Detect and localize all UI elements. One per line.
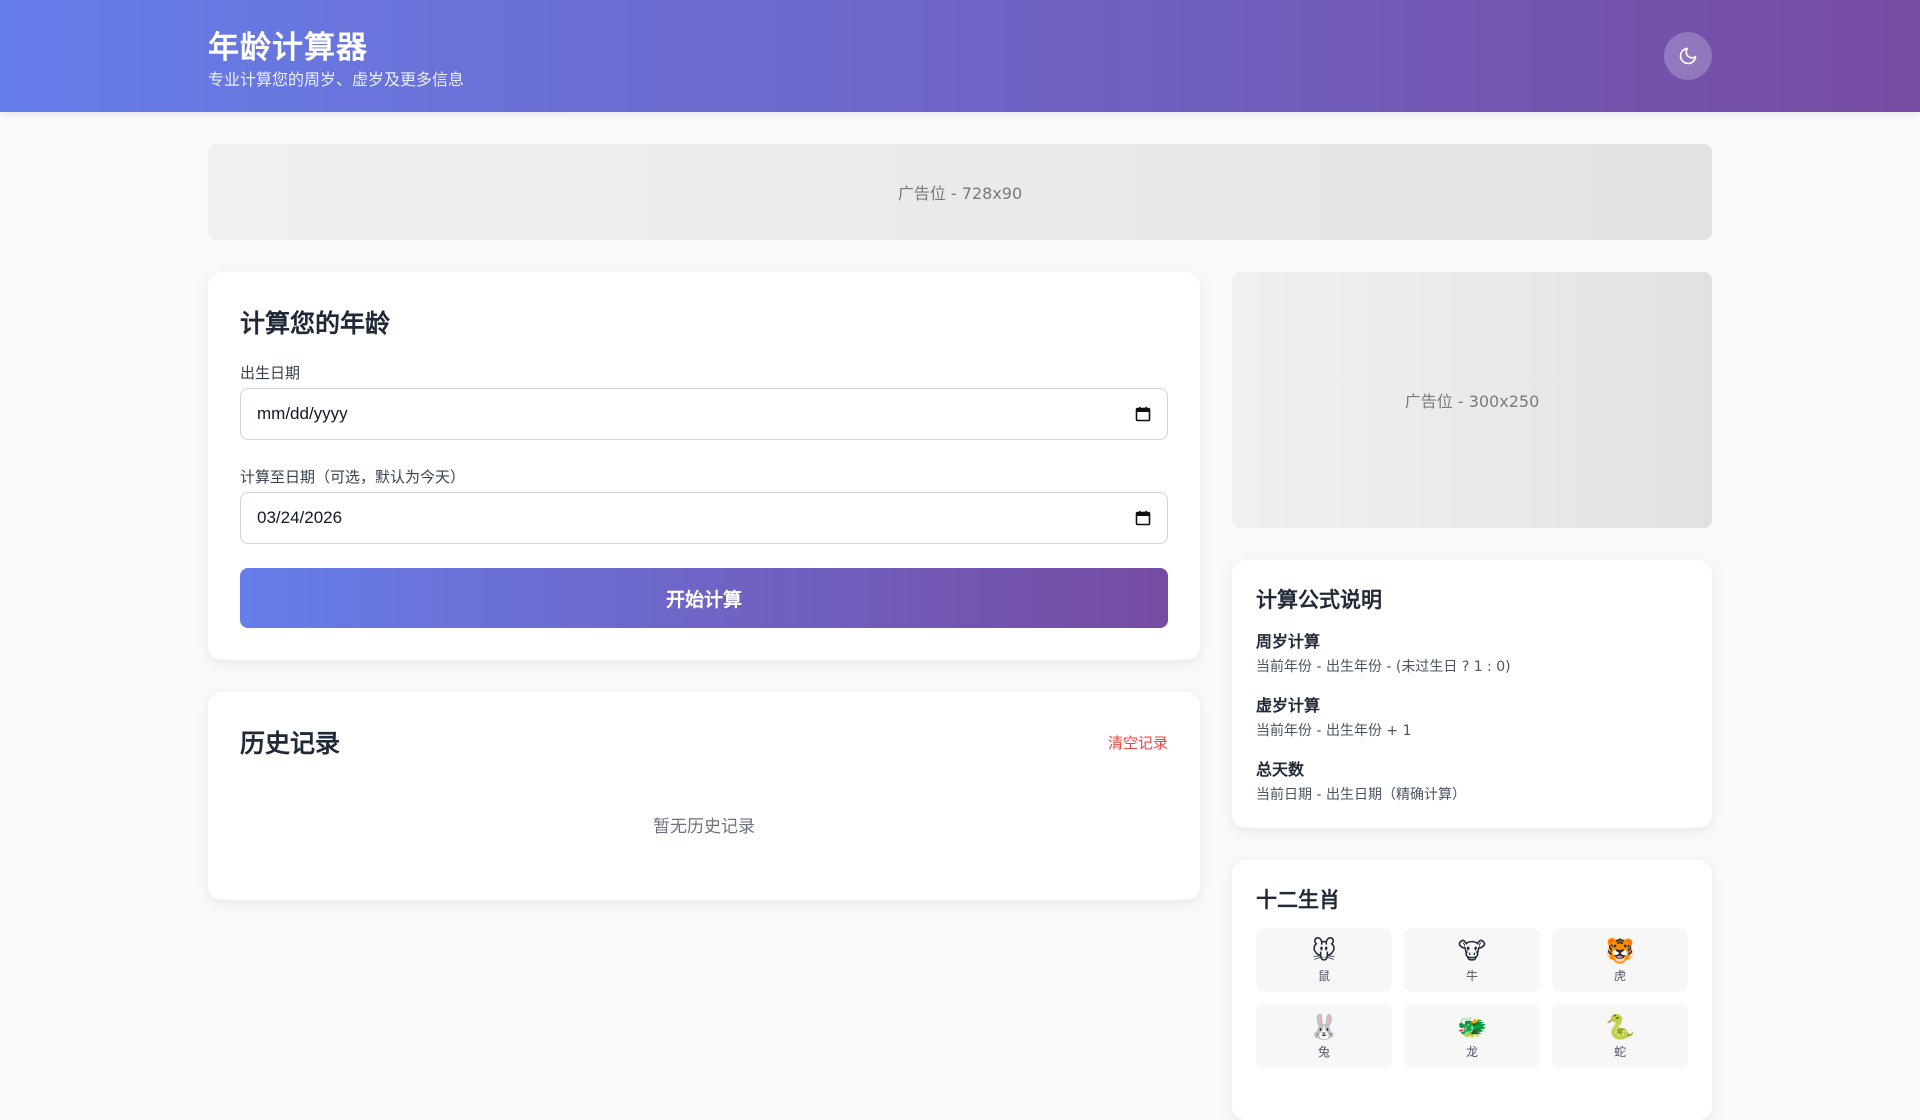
formula-name: 总天数 [1256, 760, 1305, 779]
target-date-value: 03/24/2026 [257, 508, 343, 527]
ad-banner-top-label: 广告位 - 728x90 [897, 184, 1023, 203]
formula-desc: 当前日期 - 出生日期（精确计算） [1256, 787, 1466, 803]
zodiac-grid: 🐭 鼠 🐮 牛 🐯 虎 🐰 兔 🐲 龙 🐍 蛇 [1256, 928, 1688, 1068]
snake-icon: 🐍 [1605, 1012, 1635, 1041]
zodiac-card: 十二生肖 🐭 鼠 🐮 牛 🐯 虎 🐰 兔 🐲 龙 🐍 蛇 [1232, 860, 1712, 1120]
calendar-icon[interactable] [1135, 406, 1151, 422]
zodiac-name: 龙 [1465, 1044, 1478, 1059]
zodiac-item-tiger[interactable]: 🐯 虎 [1552, 928, 1688, 992]
clear-history-link[interactable]: 清空记录 [1108, 732, 1168, 753]
zodiac-item-rabbit[interactable]: 🐰 兔 [1256, 1004, 1392, 1068]
zodiac-title: 十二生肖 [1256, 888, 1340, 912]
ox-icon: 🐮 [1457, 936, 1487, 965]
formula-desc: 当前年份 - 出生年份 + 1 [1256, 723, 1412, 739]
calculator-card: 计算您的年龄 出生日期 mm/dd/yyyy 计算至日期（可选，默认为今天） 0… [208, 272, 1200, 660]
zodiac-name: 蛇 [1613, 1044, 1626, 1059]
zodiac-item-snake[interactable]: 🐍 蛇 [1552, 1004, 1688, 1068]
zodiac-item-dragon[interactable]: 🐲 龙 [1404, 1004, 1540, 1068]
app-title: 年龄计算器 [208, 30, 368, 66]
zodiac-name: 鼠 [1317, 968, 1330, 983]
header-inner: 年龄计算器 专业计算您的周岁、虚岁及更多信息 [208, 0, 1712, 112]
zodiac-name: 兔 [1317, 1044, 1330, 1059]
birth-date-label: 出生日期 [240, 364, 301, 382]
calculator-title: 计算您的年龄 [240, 309, 391, 338]
history-card: 历史记录 清空记录 暂无历史记录 [208, 692, 1200, 900]
zodiac-name: 虎 [1613, 968, 1626, 983]
moon-icon [1679, 47, 1697, 65]
birth-date-input[interactable]: mm/dd/yyyy [240, 388, 1168, 440]
target-date-label: 计算至日期（可选，默认为今天） [240, 468, 466, 486]
formula-name: 周岁计算 [1256, 632, 1321, 651]
formula-title: 计算公式说明 [1256, 588, 1382, 612]
formula-desc: 当前年份 - 出生年份 - (未过生日 ? 1 : 0) [1256, 659, 1511, 675]
ad-side-label: 广告位 - 300x250 [1404, 392, 1540, 411]
ad-banner-top: 广告位 - 728x90 [208, 144, 1712, 240]
history-title: 历史记录 [240, 729, 341, 758]
target-date-input[interactable]: 03/24/2026 [240, 492, 1168, 544]
zodiac-item-ox[interactable]: 🐮 牛 [1404, 928, 1540, 992]
calculate-button[interactable]: 开始计算 [240, 568, 1168, 628]
zodiac-name: 牛 [1465, 968, 1478, 983]
ad-side: 广告位 - 300x250 [1232, 272, 1712, 528]
formula-card: 计算公式说明 周岁计算 当前年份 - 出生年份 - (未过生日 ? 1 : 0)… [1232, 560, 1712, 828]
theme-toggle-button[interactable] [1664, 32, 1712, 80]
formula-name: 虚岁计算 [1256, 696, 1321, 715]
dragon-icon: 🐲 [1457, 1012, 1487, 1041]
rat-icon: 🐭 [1311, 936, 1337, 965]
calendar-icon[interactable] [1135, 510, 1151, 526]
rabbit-icon: 🐰 [1309, 1012, 1339, 1041]
tiger-icon: 🐯 [1605, 936, 1635, 965]
app-subtitle: 专业计算您的周岁、虚岁及更多信息 [208, 70, 465, 89]
app-header: 年龄计算器 专业计算您的周岁、虚岁及更多信息 [0, 0, 1920, 112]
zodiac-item-rat[interactable]: 🐭 鼠 [1256, 928, 1392, 992]
history-empty-text: 暂无历史记录 [653, 817, 755, 837]
birth-date-value: mm/dd/yyyy [257, 404, 348, 423]
